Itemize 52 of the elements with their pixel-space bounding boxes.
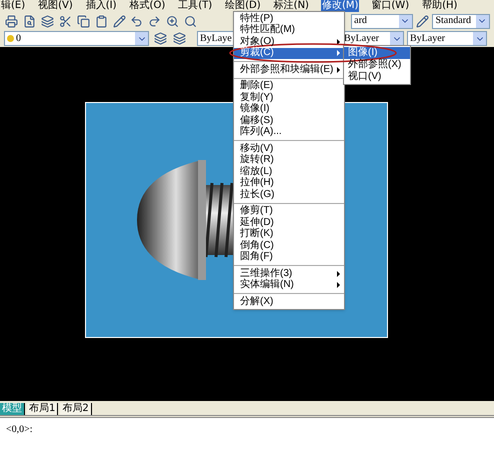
search-icon[interactable]	[182, 13, 198, 29]
menu-item[interactable]: 外部参照和块编辑(E)	[234, 64, 344, 76]
lineweight-dropdown[interactable]: ByLayer	[407, 31, 487, 46]
menu-item[interactable]: 实体编辑(N)	[234, 280, 344, 291]
menu-bar-item[interactable]: 修改(M)	[320, 0, 360, 12]
menu-bar-item[interactable]: 绘图(D)	[224, 0, 262, 12]
menu-item[interactable]: 外部参照(X)	[344, 59, 410, 71]
menu-item[interactable]: 缩放(L)	[234, 166, 344, 178]
layer-state-icon[interactable]	[171, 30, 187, 46]
menu-bar-item[interactable]: 工具(T)	[177, 0, 214, 12]
menu-item[interactable]: 圆角(F)	[234, 252, 344, 263]
scissors-icon[interactable]	[58, 13, 74, 29]
menu-item[interactable]: 偏移(S)	[234, 115, 344, 126]
layer-bulb-icon	[7, 35, 14, 42]
layers-icon[interactable]	[152, 30, 168, 46]
menu-item[interactable]: 删除(E)	[234, 80, 344, 92]
menu-item[interactable]: 延伸(D)	[234, 217, 344, 228]
menu-bar-item[interactable]: 辑(E)	[0, 0, 26, 12]
copy-icon[interactable]	[75, 13, 92, 29]
zoom-icon[interactable]	[164, 13, 181, 29]
layer-dropdown[interactable]: 0	[4, 31, 149, 46]
layout-tab[interactable]: 布局1	[27, 403, 58, 415]
menu-bar-item[interactable]: 格式(O)	[128, 0, 166, 12]
color-dropdown[interactable]: ByLaye	[197, 31, 235, 46]
menu-bar-item[interactable]: 帮助(H)	[421, 0, 458, 12]
menu-item[interactable]: 剪裁(C)	[234, 48, 344, 59]
menu-item[interactable]: 旋转(R)	[234, 154, 344, 166]
menu-bar-item[interactable]: 视图(V)	[37, 0, 74, 12]
menu-item[interactable]: 图像(I)	[344, 47, 410, 59]
menu-item[interactable]: 阵列(A)...	[234, 126, 344, 138]
menu-bar-item[interactable]: 插入(I)	[84, 0, 118, 12]
layout-tab[interactable]: 布局2	[60, 403, 92, 415]
command-prompt-text: <0,0>:	[6, 422, 33, 436]
text-style-dropdown[interactable]: ard	[351, 14, 413, 28]
layers-icon[interactable]	[40, 13, 56, 29]
menu-item[interactable]: 拉长(G)	[234, 189, 344, 200]
menu-item[interactable]: 倒角(C)	[234, 240, 344, 252]
pencil-icon[interactable]	[111, 13, 128, 29]
menu-item[interactable]: 修剪(T)	[234, 206, 344, 217]
menu-item[interactable]: 移动(V)	[234, 143, 344, 154]
menu-item[interactable]: 镜像(I)	[234, 104, 344, 115]
menu-item[interactable]: 拉伸(H)	[234, 178, 344, 189]
menu-item[interactable]: 特性匹配(M)	[234, 24, 344, 36]
menu-item[interactable]: 打断(K)	[234, 228, 344, 240]
menu-item[interactable]: 三维操作(3)	[234, 268, 344, 280]
printer-icon[interactable]	[4, 13, 20, 29]
menu-item[interactable]: 复制(Y)	[234, 92, 344, 104]
menu-item[interactable]: 分解(X)	[234, 296, 344, 308]
menu-item[interactable]: 视口(V)	[344, 71, 410, 83]
menu-item[interactable]: 特性(P)	[234, 13, 344, 24]
dimension-style-icon[interactable]	[414, 13, 430, 29]
dimension-style-dropdown[interactable]: Standard	[432, 14, 490, 28]
